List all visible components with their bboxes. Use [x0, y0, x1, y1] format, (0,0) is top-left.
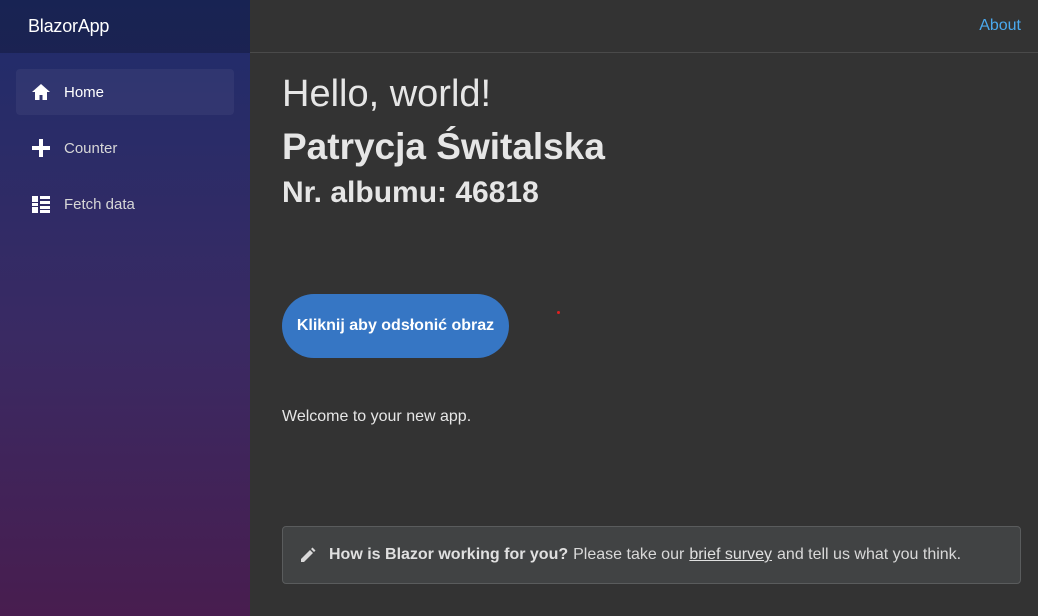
album-number: Nr. albumu: 46818 — [282, 176, 539, 209]
survey-prompt: How is Blazor working for you? Please ta… — [282, 526, 1021, 584]
brand-link[interactable]: BlazorApp — [28, 16, 109, 37]
list-icon — [30, 193, 52, 215]
pencil-icon — [299, 545, 319, 565]
nav-item-label: Fetch data — [64, 195, 135, 213]
nav-item-counter[interactable]: Counter — [16, 125, 234, 171]
welcome-text: Welcome to your new app. — [282, 408, 472, 425]
survey-question: How is Blazor working for you? — [329, 546, 569, 563]
nav-item-label: Counter — [64, 139, 118, 157]
main-content: Hello, world! Patrycja Świtalska Nr. alb… — [282, 53, 1022, 425]
nav-item-fetch-data[interactable]: Fetch data — [16, 181, 234, 227]
top-row: About — [250, 0, 1038, 53]
nav-menu: Home Counter Fetch data — [0, 53, 250, 227]
nav-item-home[interactable]: Home — [16, 69, 234, 115]
survey-text-pre: Please take our — [573, 546, 685, 563]
about-link[interactable]: About — [979, 17, 1021, 35]
author-name: Patrycja Świtalska — [282, 126, 605, 167]
nav-item-label: Home — [64, 83, 105, 101]
survey-text-post: and tell us what you think. — [777, 546, 962, 563]
sidebar: BlazorApp Home Counter Fetch data — [0, 0, 250, 616]
brand-bar: BlazorApp — [0, 0, 250, 53]
home-icon — [30, 81, 52, 103]
red-dot — [557, 311, 560, 314]
page-title: Hello, world! — [282, 73, 492, 115]
survey-link[interactable]: brief survey — [689, 546, 772, 564]
reveal-image-button[interactable]: Kliknij aby odsłonić obraz — [282, 294, 509, 358]
plus-icon — [30, 137, 52, 159]
